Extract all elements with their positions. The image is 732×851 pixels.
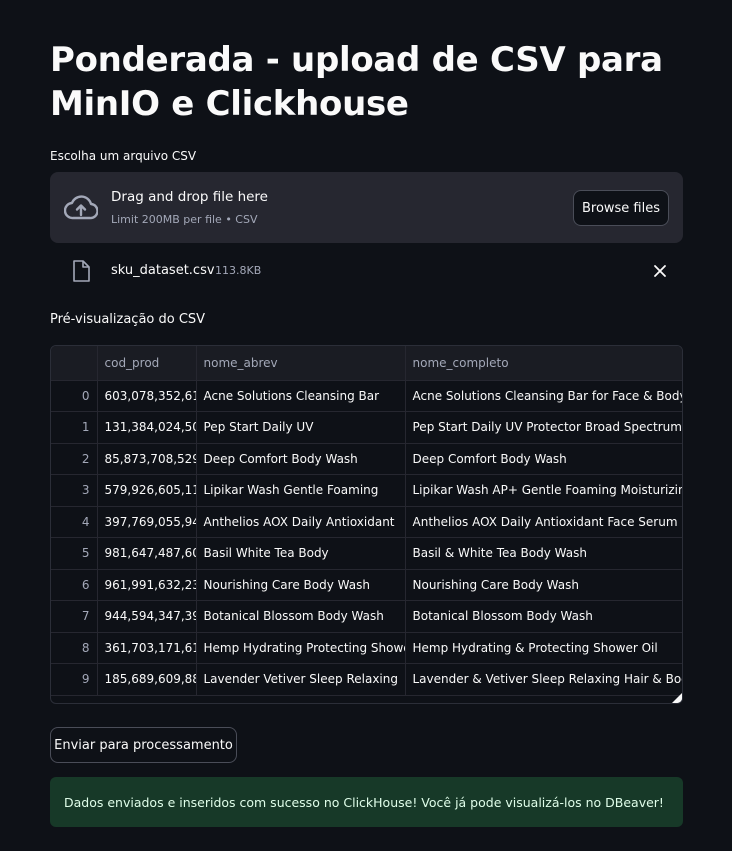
- table-row: 0603,078,352,615Acne Solutions Cleansing…: [51, 380, 682, 412]
- page-title: Ponderada - upload de CSV para MinIO e C…: [50, 40, 663, 124]
- row-index[interactable]: 0: [51, 380, 98, 412]
- table-row: 3579,926,605,113Lipikar Wash Gentle Foam…: [51, 474, 682, 507]
- row-index[interactable]: 8: [51, 632, 98, 664]
- cell-nome-abrev[interactable]: Basil White Tea Body: [196, 537, 406, 570]
- column-header-index: [51, 346, 98, 381]
- cell-nome-completo[interactable]: Pep Start Daily UV Protector Broad Spect…: [405, 411, 682, 444]
- table-row: 1131,384,024,501Pep Start Daily UVPep St…: [51, 411, 682, 444]
- dropzone-instruction: Drag and drop file here: [111, 189, 268, 205]
- cell-nome-abrev[interactable]: Botanical Blossom Body Wash: [196, 600, 406, 633]
- cell-nome-abrev[interactable]: Lipikar Wash Gentle Foaming: [196, 474, 406, 507]
- cell-nome-abrev[interactable]: Deep Comfort Body Wash: [196, 443, 406, 475]
- uploaded-file-item: sku_dataset.csv 113.8KB: [50, 258, 683, 286]
- dropzone-limit-text: Limit 200MB per file • CSV: [111, 213, 258, 226]
- cell-nome-completo[interactable]: Basil & White Tea Body Wash: [405, 537, 682, 570]
- table-header-row: cod_prod nome_abrev nome_completo: [51, 346, 682, 381]
- table-row: 8361,703,171,610Hemp Hydrating Protectin…: [51, 632, 682, 664]
- cell-nome-completo[interactable]: Nourishing Care Body Wash: [405, 569, 682, 601]
- table-row: 2 85,873,708,529 Deep Comfort Body Wash Dee…: [51, 443, 682, 475]
- cell-cod-prod[interactable]: 981,647,487,600: [97, 537, 197, 570]
- app-main: Ponderada - upload de CSV para MinIO e C…: [0, 0, 732, 851]
- cell-cod-prod[interactable]: 185,689,609,888: [97, 663, 197, 696]
- cell-nome-completo[interactable]: Lavender & Vetiver Sleep Relaxing Hair &…: [405, 663, 682, 696]
- submit-processing-button[interactable]: Enviar para processamento: [50, 727, 237, 763]
- file-dropzone[interactable]: Drag and drop file here Limit 200MB per …: [50, 172, 683, 243]
- preview-heading: Pré-visualização do CSV: [50, 312, 206, 327]
- table-row: 5981,647,487,600Basil White Tea BodyBasi…: [51, 537, 682, 570]
- uploaded-file-name: sku_dataset.csv: [111, 263, 215, 278]
- cell-cod-prod[interactable]: 579,926,605,113: [97, 474, 197, 507]
- cell-nome-completo[interactable]: Hemp Hydrating & Protecting Shower Oil: [405, 632, 682, 664]
- cell-cod-prod[interactable]: 361,703,171,610: [97, 632, 197, 664]
- column-header-nome-abrev[interactable]: nome_abrev: [196, 346, 406, 381]
- cell-nome-completo[interactable]: Lipikar Wash AP+ Gentle Foaming Moisturi…: [405, 474, 682, 507]
- cloud-upload-icon: [63, 194, 99, 220]
- cell-nome-completo[interactable]: Deep Comfort Body Wash: [405, 443, 682, 475]
- close-icon[interactable]: [651, 262, 669, 280]
- cell-nome-completo[interactable]: Anthelios AOX Daily Antioxidant Face Ser…: [405, 506, 682, 538]
- file-icon: [72, 260, 90, 282]
- cell-cod-prod[interactable]: 603,078,352,615: [97, 380, 197, 412]
- cell-nome-completo[interactable]: Botanical Blossom Body Wash: [405, 600, 682, 633]
- success-message: Dados enviados e inseridos com sucesso n…: [64, 794, 664, 810]
- cell-nome-abrev[interactable]: Anthelios AOX Daily Antioxidant: [196, 506, 406, 538]
- cell-nome-abrev[interactable]: Pep Start Daily UV: [196, 411, 406, 444]
- csv-preview-table[interactable]: cod_prod nome_abrev nome_completo 0 603,0…: [50, 345, 683, 704]
- table-row: 7944,594,347,397Botanical Blossom Body W…: [51, 600, 682, 633]
- cell-nome-abrev[interactable]: Lavender Vetiver Sleep Relaxing: [196, 663, 406, 696]
- column-header-cod-prod[interactable]: cod_prod: [97, 346, 197, 381]
- table-row: 6961,991,632,239Nourishing Care Body Was…: [51, 569, 682, 601]
- column-header-nome-completo[interactable]: nome_completo: [405, 346, 682, 381]
- row-index[interactable]: 5: [51, 537, 98, 570]
- table-row: 4397,769,055,946Anthelios AOX Daily Anti…: [51, 506, 682, 538]
- cell-nome-abrev[interactable]: Hemp Hydrating Protecting Shower: [196, 632, 406, 664]
- row-index[interactable]: 7: [51, 600, 98, 633]
- row-index[interactable]: 6: [51, 569, 98, 601]
- browse-files-button[interactable]: Browse files: [573, 190, 669, 226]
- cell-nome-abrev[interactable]: Acne Solutions Cleansing Bar: [196, 380, 406, 412]
- cell-cod-prod[interactable]: 397,769,055,946: [97, 506, 197, 538]
- file-uploader-label: Escolha um arquivo CSV: [50, 149, 197, 163]
- cell-cod-prod[interactable]: 85,873,708,529: [97, 443, 197, 475]
- cell-cod-prod[interactable]: 131,384,024,501: [97, 411, 197, 444]
- success-alert: Dados enviados e inseridos com sucesso n…: [50, 777, 683, 827]
- cell-cod-prod[interactable]: 961,991,632,239: [97, 569, 197, 601]
- resize-handle[interactable]: [672, 693, 682, 703]
- row-index[interactable]: 2: [51, 443, 98, 475]
- dataframe: cod_prod nome_abrev nome_completo 0 603,0…: [51, 346, 682, 696]
- cell-cod-prod[interactable]: 944,594,347,397: [97, 600, 197, 633]
- row-index[interactable]: 1: [51, 411, 98, 444]
- cell-nome-completo[interactable]: Acne Solutions Cleansing Bar for Face & …: [405, 380, 682, 412]
- cell-nome-abrev[interactable]: Nourishing Care Body Wash: [196, 569, 406, 601]
- table-row: 9185,689,609,888Lavender Vetiver Sleep R…: [51, 663, 682, 696]
- uploaded-file-size: 113.8KB: [215, 264, 262, 277]
- row-index[interactable]: 3: [51, 474, 98, 507]
- row-index[interactable]: 4: [51, 506, 98, 538]
- row-index[interactable]: 9: [51, 663, 98, 696]
